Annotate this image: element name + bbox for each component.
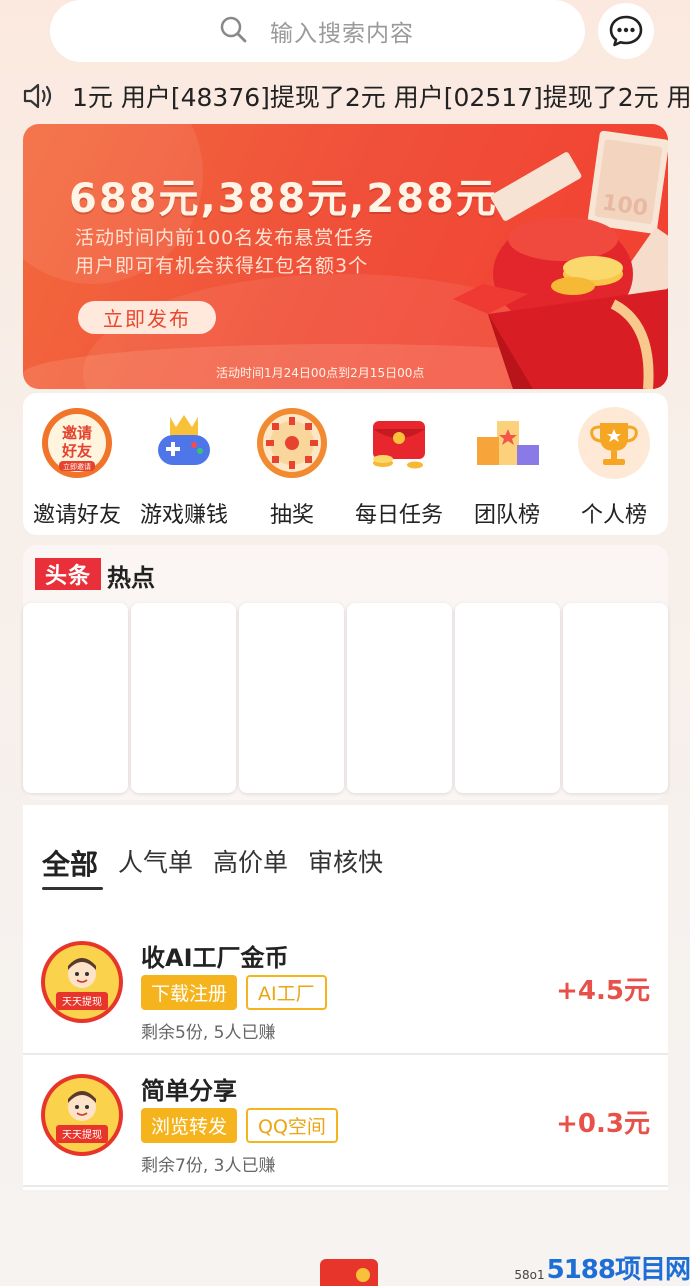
promo-banner[interactable]: 688元,388元,288元 活动时间内前100名发布悬赏任务 用户即可有机会获…	[23, 124, 668, 389]
task-type-tag: 浏览转发	[141, 1108, 238, 1143]
tab-high-price[interactable]: 高价单	[213, 843, 288, 883]
headline-title: 热点	[107, 564, 155, 592]
grid-label: 个人榜	[580, 503, 647, 528]
invite-badge-line: 邀请	[62, 424, 92, 442]
active-tab-indicator	[42, 887, 103, 890]
grid-label: 团队榜	[473, 503, 540, 528]
headline-card[interactable]	[131, 603, 236, 793]
feature-grid: 邀请 好友 立即邀请 邀请好友 游戏赚钱 抽奖 每日任务 团队榜 个人榜	[23, 393, 668, 535]
task-tabs: 全部 人气单 高价单 审核快	[42, 843, 403, 883]
task-meta: 剩余5份, 5人已赚	[141, 1023, 276, 1043]
grid-item-invite-friends[interactable]: 邀请 好友 立即邀请 邀请好友	[23, 405, 131, 529]
watermark-small: 58o1	[514, 1268, 545, 1282]
gift-box-illustration: 100	[453, 130, 668, 389]
task-item[interactable]: 天天提现 收AI工厂金币 下载注册 AI工厂 剩余5份, 5人已赚 +4.5元	[23, 920, 668, 1050]
invite-badge-sub: 立即邀请	[63, 462, 91, 471]
announcement-marquee: 1元 用户[48376]提现了2元 用户[02517]提现了2元 用	[22, 78, 690, 114]
task-title: 收AI工厂金币	[141, 944, 289, 972]
search-input[interactable]: 输入搜索内容	[270, 14, 414, 48]
lottery-wheel-icon	[257, 408, 327, 478]
banner-desc-line: 活动时间内前100名发布悬赏任务	[75, 227, 375, 249]
avatar-text: 天天提现	[62, 996, 102, 1008]
grid-label: 邀请好友	[32, 503, 121, 528]
tab-fast-review[interactable]: 审核快	[308, 843, 383, 883]
tab-all[interactable]: 全部	[42, 843, 98, 883]
invite-friend-icon: 邀请 好友 立即邀请	[42, 408, 112, 478]
headline-card[interactable]	[455, 603, 560, 793]
task-title: 简单分享	[141, 1077, 237, 1105]
grid-label: 抽奖	[269, 503, 314, 528]
grid-item-lottery[interactable]: 抽奖	[238, 405, 346, 529]
message-button[interactable]	[598, 3, 654, 59]
tab-popular[interactable]: 人气单	[118, 843, 193, 883]
speaker-icon	[23, 83, 52, 109]
trophy-icon	[578, 407, 650, 479]
search-bar[interactable]: 输入搜索内容	[50, 0, 585, 62]
watermark-logo: 5188项目网	[546, 1255, 690, 1285]
task-list-section: 全部 人气单 高价单 审核快 天天提现 收AI工厂金币 下载注册 AI工厂 剩余…	[23, 805, 668, 1190]
grid-item-personal-rank[interactable]: 个人榜	[560, 405, 668, 529]
task-type-tag: 下载注册	[141, 975, 238, 1010]
banner-title: 688元,388元,288元	[69, 176, 498, 222]
task-platform-tag: QQ空间	[246, 1108, 338, 1143]
game-controller-icon	[158, 415, 210, 465]
marquee-text: 1元 用户[48376]提现了2元 用户[02517]提现了2元 用	[72, 83, 690, 112]
task-avatar-icon: 天天提现	[41, 1074, 123, 1156]
task-reward: +4.5元	[556, 976, 650, 1006]
chat-bubble-icon	[609, 15, 643, 47]
grid-item-team-rank[interactable]: 团队榜	[453, 405, 561, 529]
search-icon	[220, 16, 247, 43]
toutiao-logo: 头条	[35, 558, 101, 590]
grid-label: 游戏赚钱	[139, 503, 228, 528]
app-page: 输入搜索内容 1元 用户[48376]提现了2元 用户[02517]提现了2元 …	[0, 0, 690, 1286]
headline-section: 头条 热点	[23, 545, 668, 800]
avatar-text: 天天提现	[62, 1129, 102, 1141]
publish-now-button[interactable]: 立即发布	[78, 301, 216, 334]
task-platform-tag: AI工厂	[246, 975, 327, 1010]
headline-card[interactable]	[347, 603, 452, 793]
task-item[interactable]: 天天提现 简单分享 浏览转发 QQ空间 剩余7份, 3人已赚 +0.3元	[23, 1053, 668, 1183]
task-avatar-icon: 天天提现	[41, 941, 123, 1023]
podium-icon	[477, 421, 539, 465]
headline-card[interactable]	[563, 603, 668, 793]
floating-red-envelope-icon[interactable]	[318, 1257, 380, 1286]
watermark: 58o1 5188项目网	[505, 1255, 690, 1286]
invite-badge-line: 好友	[61, 442, 92, 460]
red-envelope-icon	[373, 421, 425, 469]
grid-item-game-earn[interactable]: 游戏赚钱	[130, 405, 238, 529]
task-meta: 剩余7份, 3人已赚	[141, 1156, 276, 1176]
banner-desc-line: 用户即可有机会获得红包名额3个	[75, 255, 369, 277]
task-reward: +0.3元	[556, 1109, 650, 1139]
banner-activity-time: 活动时间1月24日00点到2月15日00点	[216, 366, 425, 380]
grid-item-daily-tasks[interactable]: 每日任务	[345, 405, 453, 529]
divider	[23, 1185, 668, 1187]
headline-card[interactable]	[239, 603, 344, 793]
headline-card[interactable]	[23, 603, 128, 793]
grid-label: 每日任务	[354, 503, 443, 528]
banner-description: 活动时间内前100名发布悬赏任务 用户即可有机会获得红包名额3个	[75, 224, 374, 280]
